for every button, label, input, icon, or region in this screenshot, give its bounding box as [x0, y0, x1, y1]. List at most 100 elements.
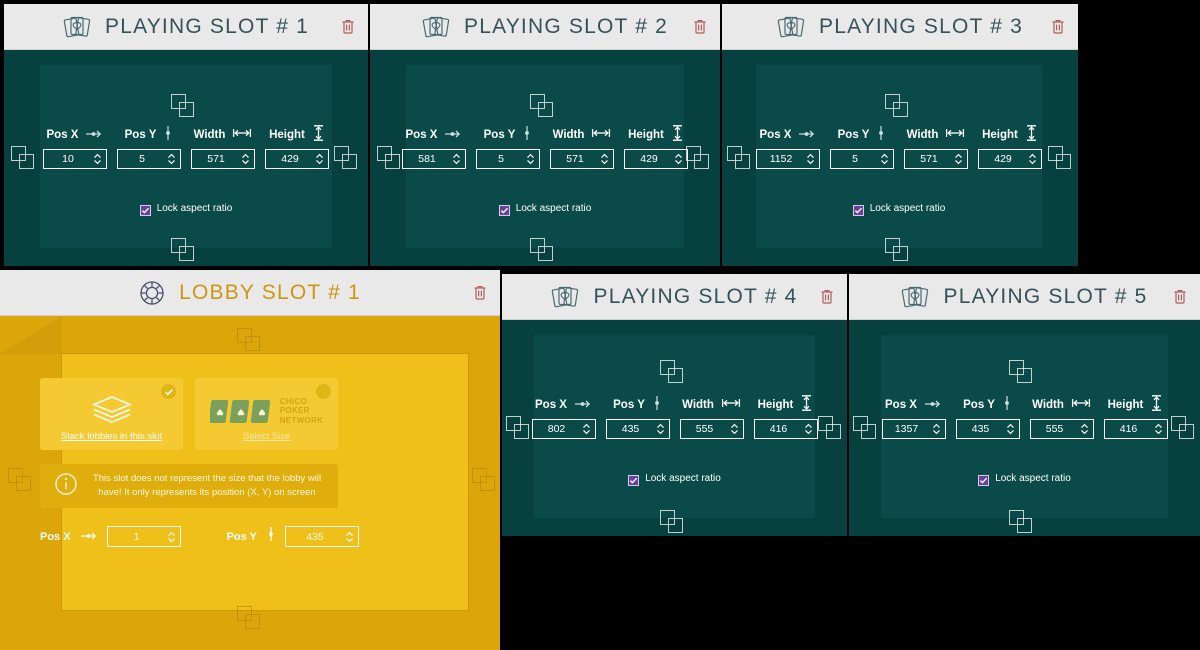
- slot-window-playing-3[interactable]: PLAYING SLOT # 3 Pos X 1152 Pos Y 5 Widt…: [722, 4, 1078, 266]
- height-stepper[interactable]: [265, 149, 329, 169]
- lock-aspect-ratio-row[interactable]: Lock aspect ratio: [534, 473, 815, 486]
- lock-aspect-ratio-checkbox[interactable]: [498, 203, 510, 216]
- lock-aspect-ratio-checkbox[interactable]: [139, 203, 151, 216]
- resize-handle-top[interactable]: [885, 94, 911, 120]
- stepper-arrows-icon[interactable]: [954, 153, 963, 165]
- stepper-arrows-icon[interactable]: [674, 153, 683, 165]
- resize-handle-right[interactable]: [686, 146, 712, 172]
- stepper-arrows-icon[interactable]: [1028, 153, 1037, 165]
- pos-x-stepper[interactable]: [43, 149, 107, 169]
- slot-inner-panel: Pos X Pos Y: [756, 65, 1042, 248]
- resize-handle-top[interactable]: [1009, 360, 1035, 386]
- width-stepper[interactable]: [191, 149, 255, 169]
- resize-handle-bottom[interactable]: [237, 606, 263, 632]
- resize-handle-right[interactable]: [472, 468, 498, 494]
- pos-y-stepper[interactable]: [955, 419, 1020, 439]
- slot-window-playing-1[interactable]: PLAYING SLOT # 1 Pos X 10 Pos Y 5 Width …: [4, 4, 368, 266]
- stepper-arrows-icon[interactable]: [804, 423, 813, 435]
- resize-handle-top[interactable]: [237, 328, 263, 354]
- slot-title: PLAYING SLOT # 5: [943, 284, 1148, 308]
- pos-y-stepper[interactable]: [284, 526, 359, 547]
- delete-slot-button[interactable]: [817, 287, 837, 307]
- slot-window-playing-5[interactable]: PLAYING SLOT # 5 Pos X 1357 Pos Y 435 Wi…: [849, 274, 1200, 536]
- resize-handle-left[interactable]: [8, 468, 34, 494]
- lock-aspect-ratio-row[interactable]: Lock aspect ratio: [756, 203, 1042, 216]
- pos-x-stepper[interactable]: [106, 526, 181, 547]
- resize-handle-right[interactable]: [1171, 416, 1197, 442]
- pos-x-stepper[interactable]: [881, 419, 946, 439]
- width-stepper[interactable]: [679, 419, 744, 439]
- stepper-arrows-icon[interactable]: [315, 153, 324, 165]
- resize-handle-top[interactable]: [660, 360, 686, 386]
- stepper-arrows-icon[interactable]: [93, 153, 102, 165]
- resize-handle-right[interactable]: [818, 416, 844, 442]
- stepper-arrows-icon[interactable]: [345, 531, 354, 543]
- lock-aspect-ratio-checkbox[interactable]: [852, 203, 864, 216]
- network-size-card[interactable]: CHICO POKER NETWORK Select Size: [195, 378, 338, 450]
- pos-y-stepper[interactable]: [605, 419, 670, 439]
- delete-slot-button[interactable]: [690, 17, 710, 37]
- pos-x-stepper[interactable]: [756, 149, 820, 169]
- stepper-arrows-icon[interactable]: [880, 153, 889, 165]
- pos-x-stepper[interactable]: [531, 419, 596, 439]
- stepper-arrows-icon[interactable]: [452, 153, 461, 165]
- stepper-arrows-icon[interactable]: [167, 153, 176, 165]
- pos-y-stepper[interactable]: [830, 149, 894, 169]
- delete-slot-button[interactable]: [1048, 17, 1068, 37]
- resize-handle-top[interactable]: [171, 94, 197, 120]
- height-stepper[interactable]: [978, 149, 1042, 169]
- vertical-resize-icon: [312, 124, 325, 147]
- height-stepper[interactable]: [624, 149, 688, 169]
- resize-handle-left[interactable]: [853, 416, 879, 442]
- resize-handle-left[interactable]: [506, 416, 532, 442]
- dimension-fields: Pos X Pos Y: [531, 394, 818, 439]
- width-stepper[interactable]: [550, 149, 614, 169]
- width-stepper[interactable]: [1029, 419, 1094, 439]
- lock-aspect-ratio-checkbox[interactable]: [628, 473, 640, 486]
- stepper-arrows-icon[interactable]: [1080, 423, 1089, 435]
- resize-handle-bottom[interactable]: [530, 238, 556, 264]
- slot-window-playing-4[interactable]: PLAYING SLOT # 4 Pos X 802 Pos Y 435 Wid…: [502, 274, 847, 536]
- horizontal-resize-icon: [232, 126, 252, 144]
- stepper-arrows-icon[interactable]: [241, 153, 250, 165]
- stepper-arrows-icon[interactable]: [1006, 423, 1015, 435]
- delete-slot-button[interactable]: [338, 17, 358, 37]
- delete-slot-button[interactable]: [1170, 287, 1190, 307]
- stepper-arrows-icon[interactable]: [526, 153, 535, 165]
- stepper-arrows-icon[interactable]: [582, 423, 591, 435]
- stepper-arrows-icon[interactable]: [932, 423, 941, 435]
- resize-handle-bottom[interactable]: [660, 510, 686, 536]
- resize-handle-bottom[interactable]: [885, 238, 911, 264]
- stepper-arrows-icon[interactable]: [167, 531, 176, 543]
- delete-slot-button[interactable]: [470, 283, 490, 303]
- pos-x-stepper[interactable]: [402, 149, 466, 169]
- lock-aspect-ratio-row[interactable]: Lock aspect ratio: [40, 203, 332, 216]
- field-pos-y: Pos Y: [830, 125, 894, 169]
- resize-handle-left[interactable]: [377, 146, 403, 172]
- stepper-arrows-icon[interactable]: [600, 153, 609, 165]
- pos-y-stepper[interactable]: [117, 149, 181, 169]
- resize-handle-right[interactable]: [334, 146, 360, 172]
- dimension-fields: Pos X Pos Y: [402, 124, 688, 169]
- height-stepper[interactable]: [1103, 419, 1168, 439]
- stepper-arrows-icon[interactable]: [656, 423, 665, 435]
- slot-window-lobby-1[interactable]: LOBBY SLOT # 1 Stack lobbies in this slo…: [0, 270, 500, 650]
- lock-aspect-ratio-row[interactable]: Lock aspect ratio: [406, 203, 684, 216]
- stepper-arrows-icon[interactable]: [806, 153, 815, 165]
- stack-lobbies-card[interactable]: Stack lobbies in this slot: [40, 378, 183, 450]
- lock-aspect-ratio-checkbox[interactable]: [978, 473, 990, 486]
- pos-y-stepper[interactable]: [476, 149, 540, 169]
- slot-window-playing-2[interactable]: PLAYING SLOT # 2 Pos X 581 Pos Y 5 Width…: [370, 4, 720, 266]
- titlebar: PLAYING SLOT # 3: [722, 4, 1078, 50]
- height-stepper[interactable]: [753, 419, 818, 439]
- resize-handle-bottom[interactable]: [171, 238, 197, 264]
- resize-handle-bottom[interactable]: [1009, 510, 1035, 536]
- resize-handle-left[interactable]: [11, 146, 37, 172]
- resize-handle-left[interactable]: [727, 146, 753, 172]
- resize-handle-top[interactable]: [530, 94, 556, 120]
- resize-handle-right[interactable]: [1048, 146, 1074, 172]
- width-stepper[interactable]: [904, 149, 968, 169]
- stepper-arrows-icon[interactable]: [730, 423, 739, 435]
- stepper-arrows-icon[interactable]: [1154, 423, 1163, 435]
- lock-aspect-ratio-row[interactable]: Lock aspect ratio: [881, 473, 1168, 486]
